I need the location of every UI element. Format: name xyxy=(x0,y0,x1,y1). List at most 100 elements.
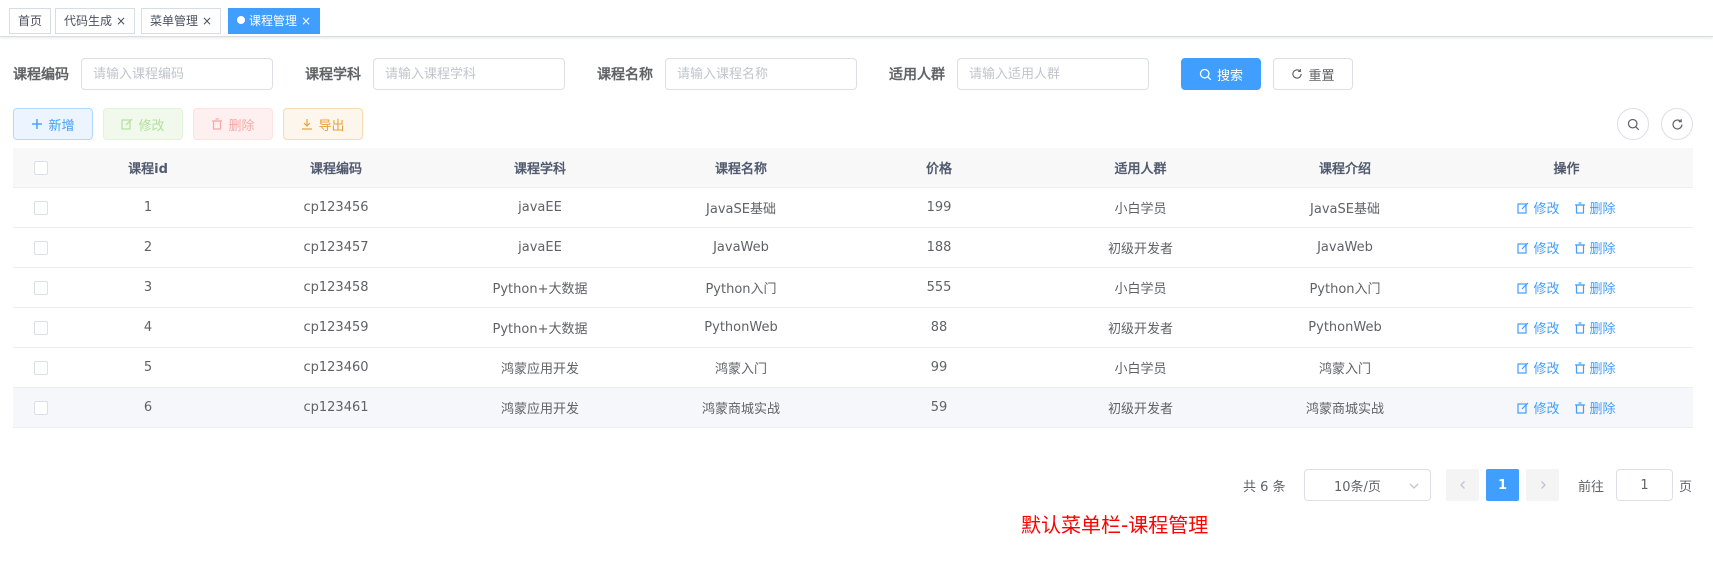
course-name-input[interactable] xyxy=(665,58,857,90)
select-all-cell xyxy=(13,160,69,175)
row-edit-label: 修改 xyxy=(1533,202,1560,217)
table-row[interactable]: 5 cp123460 鸿蒙应用开发 鸿蒙入门 99 小白学员 鸿蒙入门 修改 删除 xyxy=(13,348,1693,388)
edit-icon xyxy=(1517,202,1529,214)
table-cell: cp123460 xyxy=(303,360,369,375)
column-header: 操作 xyxy=(1553,162,1580,177)
table-cell: 鸿蒙商城实战 xyxy=(1305,402,1384,417)
table-cell: javaEE xyxy=(518,200,562,215)
row-edit-button[interactable]: 修改 xyxy=(1517,278,1560,297)
table-row[interactable]: 3 cp123458 Python+大数据 Python入门 555 小白学员 Python… xyxy=(13,268,1693,308)
tab-menu-manage[interactable]: 菜单管理 × xyxy=(141,8,222,34)
table-cell: JavaSE基础 xyxy=(706,202,776,217)
select-all-checkbox[interactable] xyxy=(34,160,48,175)
caption-text: 默认菜单栏-课程管理 xyxy=(1021,513,1209,537)
table-cell: 鸿蒙应用开发 xyxy=(500,362,579,377)
row-actions: 修改 删除 xyxy=(1440,358,1693,377)
table-cell: 5 xyxy=(143,360,153,375)
table-cell: 小白学员 xyxy=(1114,362,1167,377)
row-edit-button[interactable]: 修改 xyxy=(1517,318,1560,337)
row-delete-button[interactable]: 删除 xyxy=(1574,398,1616,417)
row-edit-button[interactable]: 修改 xyxy=(1517,398,1560,417)
row-edit-label: 修改 xyxy=(1533,322,1560,337)
tab-code-gen[interactable]: 代码生成 × xyxy=(55,8,136,34)
close-icon[interactable]: × xyxy=(301,14,311,28)
row-checkbox[interactable] xyxy=(34,200,48,215)
table-cell: 199 xyxy=(926,200,952,215)
table-row[interactable]: 6 cp123461 鸿蒙应用开发 鸿蒙商城实战 59 初级开发者 鸿蒙商城实战 修改 删除 xyxy=(13,388,1693,428)
page-number-button[interactable]: 1 xyxy=(1486,469,1519,501)
row-delete-label: 删除 xyxy=(1589,282,1616,297)
audience-label: 适用人群 xyxy=(889,67,945,83)
row-checkbox[interactable] xyxy=(34,320,48,335)
search-icon xyxy=(1627,118,1639,130)
close-icon[interactable]: × xyxy=(202,14,212,28)
table-cell: Python+大数据 xyxy=(492,322,588,337)
row-delete-button[interactable]: 删除 xyxy=(1574,358,1616,377)
row-actions: 修改 删除 xyxy=(1440,198,1693,217)
add-button[interactable]: 新增 xyxy=(13,108,93,140)
next-page-button[interactable] xyxy=(1526,469,1559,501)
trash-icon xyxy=(1574,281,1585,294)
course-subject-input[interactable] xyxy=(373,58,565,90)
row-checkbox[interactable] xyxy=(34,360,48,375)
row-actions: 修改 删除 xyxy=(1440,318,1693,337)
row-edit-button[interactable]: 修改 xyxy=(1517,238,1560,257)
search-button[interactable]: 搜索 xyxy=(1181,58,1261,90)
tab-home[interactable]: 首页 xyxy=(9,8,52,34)
export-button[interactable]: 导出 xyxy=(283,108,363,140)
audience-input[interactable] xyxy=(957,58,1149,90)
goto-label: 前往 xyxy=(1578,480,1605,495)
row-actions: 修改 删除 xyxy=(1440,238,1693,257)
row-edit-button[interactable]: 修改 xyxy=(1517,358,1560,377)
row-select-cell xyxy=(13,200,69,215)
column-header: 课程编码 xyxy=(309,162,362,177)
row-delete-button[interactable]: 删除 xyxy=(1574,278,1616,297)
table-row[interactable]: 4 cp123459 Python+大数据 PythonWeb 88 初级开发者 Pytho… xyxy=(13,308,1693,348)
chevron-right-icon xyxy=(1540,481,1546,489)
table-cell: 小白学员 xyxy=(1114,202,1167,217)
tab-course-manage[interactable]: 课程管理 × xyxy=(228,8,321,34)
edit-icon xyxy=(121,118,133,130)
page-size-select[interactable]: 10条/页 xyxy=(1304,469,1431,501)
refresh-icon xyxy=(1292,69,1303,79)
column-header: 课程学科 xyxy=(513,162,566,177)
table-row[interactable]: 1 cp123456 javaEE JavaSE基础 199 小白学员 JavaSE基础 修改… xyxy=(13,188,1693,228)
page-suffix-label: 页 xyxy=(1679,480,1693,495)
add-button-label: 新增 xyxy=(48,118,75,134)
row-select-cell xyxy=(13,280,69,295)
table-cell: javaEE xyxy=(518,240,562,255)
row-checkbox[interactable] xyxy=(34,400,48,415)
row-checkbox[interactable] xyxy=(34,280,48,295)
column-header: 价格 xyxy=(925,162,952,177)
prev-page-button[interactable] xyxy=(1446,469,1479,501)
edit-button[interactable]: 修改 xyxy=(103,108,183,140)
table-cell: cp123459 xyxy=(303,320,369,335)
table-row[interactable]: 2 cp123457 javaEE JavaWeb 188 初级开发者 JavaWeb 修改 删… xyxy=(13,228,1693,268)
table-cell: 1 xyxy=(143,200,153,215)
toggle-search-button[interactable] xyxy=(1617,108,1649,140)
table-cell: Python入门 xyxy=(1309,282,1381,297)
row-delete-button[interactable]: 删除 xyxy=(1574,238,1616,257)
row-checkbox[interactable] xyxy=(34,240,48,255)
row-delete-label: 删除 xyxy=(1589,322,1616,337)
reset-button[interactable]: 重置 xyxy=(1273,58,1353,90)
table-cell: cp123458 xyxy=(303,280,369,295)
course-subject-label: 课程学科 xyxy=(305,67,361,83)
plus-icon xyxy=(32,119,43,129)
edit-icon xyxy=(1517,322,1529,334)
delete-button[interactable]: 删除 xyxy=(193,108,273,140)
row-delete-button[interactable]: 删除 xyxy=(1574,318,1616,337)
course-code-input[interactable] xyxy=(81,58,273,90)
table-cell: 初级开发者 xyxy=(1107,242,1173,257)
row-select-cell xyxy=(13,400,69,415)
refresh-table-button[interactable] xyxy=(1661,108,1693,140)
close-icon[interactable]: × xyxy=(116,14,126,28)
trash-icon xyxy=(1574,201,1585,214)
goto-page-input[interactable] xyxy=(1616,469,1673,501)
row-edit-button[interactable]: 修改 xyxy=(1517,198,1560,217)
row-delete-button[interactable]: 删除 xyxy=(1574,198,1616,217)
search-button-label: 搜索 xyxy=(1216,68,1243,84)
row-delete-label: 删除 xyxy=(1589,202,1616,217)
course-name-label: 课程名称 xyxy=(597,67,653,83)
table-header: 课程id 课程编码 课程学科 课程名称 价格 适用人群 课程介绍 操作 xyxy=(13,148,1693,188)
